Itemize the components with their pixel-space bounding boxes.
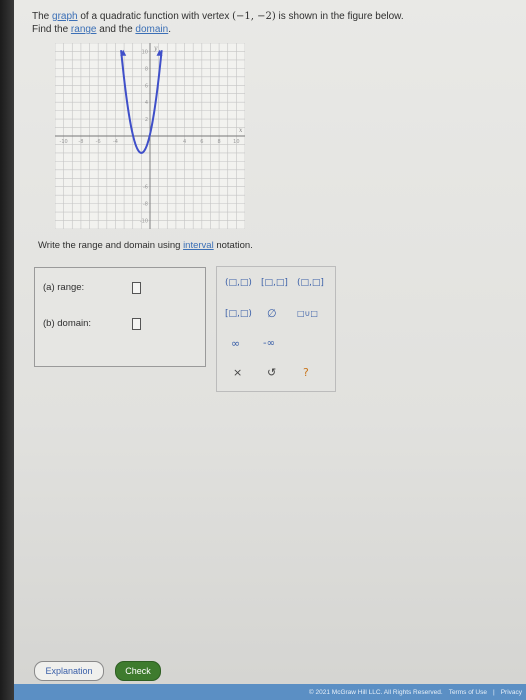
closed-open-interval-button[interactable]: [□,□) (225, 309, 252, 319)
explanation-button[interactable]: Explanation (34, 661, 104, 681)
x-tick-label: -4 (113, 139, 118, 145)
instruction-text: Write the range and domain using interva… (38, 240, 253, 251)
y-tick-label: -6 (143, 185, 148, 191)
x-tick-label: 4 (183, 139, 186, 145)
empty-set-button[interactable]: ∅ (267, 307, 277, 320)
answer-box: (a) range: (b) domain: (34, 267, 206, 367)
range-link[interactable]: range (71, 24, 97, 35)
negative-infinity-button[interactable]: -∞ (263, 338, 275, 349)
closed-closed-interval-button[interactable]: [□,□] (261, 278, 288, 288)
range-input[interactable] (132, 282, 141, 294)
y-tick-label: 6 (145, 83, 148, 89)
question-text: The graph of a quadratic function with v… (32, 10, 492, 36)
vertex-value: (−1, −2) (232, 11, 276, 22)
y-axis-label: y (153, 45, 158, 52)
undo-icon[interactable]: ↺ (267, 366, 276, 379)
range-label: (a) range: (43, 282, 85, 293)
check-button[interactable]: Check (115, 661, 161, 681)
copyright-text: © 2021 McGraw Hill LLC. All Rights Reser… (308, 688, 443, 696)
question-text-post: is shown in the figure below. (275, 11, 404, 22)
footer-bar: © 2021 McGraw Hill LLC. All Rights Reser… (14, 684, 526, 700)
instruction-post: notation. (213, 240, 253, 251)
privacy-link[interactable]: Privacy (501, 689, 522, 696)
x-tick-label: -10 (60, 139, 68, 145)
x-tick-label: 10 (233, 139, 239, 145)
open-open-interval-button[interactable]: (□,□) (225, 278, 252, 288)
infinity-button[interactable]: ∞ (231, 337, 240, 350)
footer-separator: | (492, 688, 495, 696)
device-bezel (0, 0, 14, 700)
question-line2-mid: and the (96, 24, 136, 35)
question-text-mid: of a quadratic function with vertex (77, 11, 233, 22)
domain-label: (b) domain: (43, 318, 92, 329)
y-tick-label: 8 (145, 66, 148, 72)
union-button[interactable]: □∪□ (297, 309, 318, 318)
graph-link[interactable]: graph (52, 11, 78, 22)
clear-icon[interactable]: × (233, 366, 242, 379)
question-text-pre: The (32, 11, 53, 22)
math-keypad: (□,□) [□,□] (□,□] [□,□) ∅ □∪□ ∞ -∞ × ↺ ? (216, 266, 336, 392)
y-tick-label: 10 (142, 49, 148, 55)
x-tick-label: -6 (96, 139, 101, 145)
x-tick-label: 8 (217, 139, 220, 145)
y-tick-label: 4 (145, 100, 148, 106)
y-tick-label: 2 (145, 117, 148, 123)
terms-link[interactable]: Terms of Use (449, 689, 487, 696)
x-tick-label: 6 (200, 139, 203, 145)
instruction-pre: Write the range and domain using (38, 240, 184, 251)
domain-link[interactable]: domain (135, 24, 168, 35)
open-closed-interval-button[interactable]: (□,□] (297, 278, 324, 288)
x-tick-label: -8 (78, 139, 83, 145)
help-icon[interactable]: ? (303, 366, 309, 379)
interval-link[interactable]: interval (183, 240, 214, 251)
question-line2-pre: Find the (32, 24, 71, 35)
domain-input[interactable] (132, 318, 141, 330)
quadratic-graph: xy-10 -8 -6 -4 4 6 8 10108642-6-8-10 (55, 43, 245, 229)
question-line2-post: . (168, 24, 172, 35)
y-tick-label: -10 (140, 219, 148, 225)
y-tick-label: -8 (143, 202, 148, 208)
